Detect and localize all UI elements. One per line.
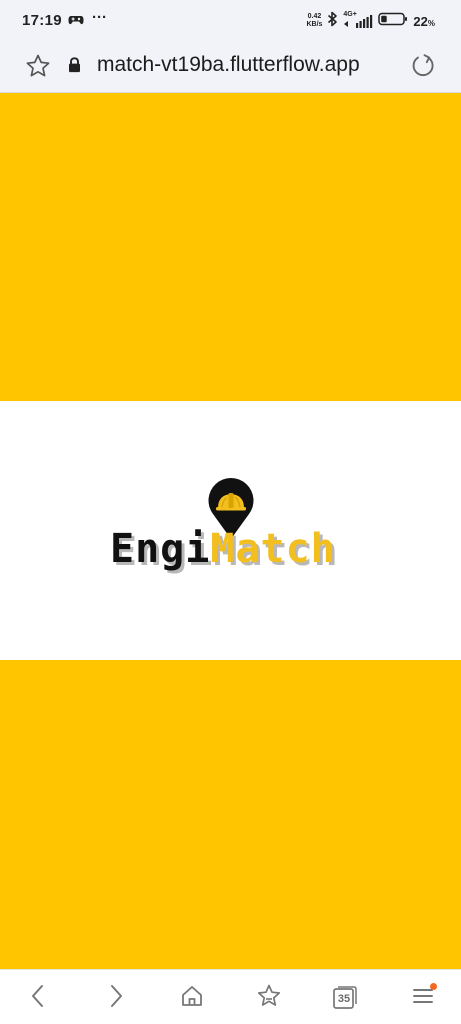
back-icon xyxy=(28,984,48,1013)
network-speed-value: 0.42 xyxy=(307,13,322,20)
address-bar: match-vt19ba.flutterflow.app xyxy=(0,42,461,93)
back-button[interactable] xyxy=(23,983,53,1013)
forward-icon xyxy=(106,984,126,1013)
bookmarks-icon xyxy=(256,983,282,1014)
status-bar: 17:19 ··· 0.42 KB/s 4G+ 22% xyxy=(0,0,461,42)
battery-percent-value: 22 xyxy=(413,13,428,29)
status-time: 17:19 xyxy=(22,12,62,29)
top-yellow-panel xyxy=(0,93,461,401)
logo-text-match: Match xyxy=(210,526,336,572)
logo-text-engi: Engi xyxy=(110,526,211,572)
browser-screen: 17:19 ··· 0.42 KB/s 4G+ 22% match-vt19ba… xyxy=(0,0,461,1024)
battery-icon xyxy=(378,12,408,31)
notification-dot xyxy=(430,983,437,990)
status-indicators: 0.42 KB/s 4G+ 22% xyxy=(306,10,435,32)
reload-icon[interactable] xyxy=(410,53,436,84)
home-button[interactable] xyxy=(177,983,207,1013)
network-speed-unit: KB/s xyxy=(306,21,323,28)
bookmark-star-icon[interactable] xyxy=(25,53,51,84)
lock-icon xyxy=(68,57,81,78)
bluetooth-icon xyxy=(327,11,338,32)
menu-button[interactable] xyxy=(408,983,438,1013)
tabs-button[interactable]: 35 xyxy=(330,983,360,1013)
battery-percent-unit: % xyxy=(427,18,435,28)
engimatch-logo-text: EngiMatch xyxy=(110,526,336,572)
browser-bottom-nav: 35 xyxy=(0,969,461,1024)
battery-percentage: 22% xyxy=(413,14,435,29)
signal-strength-icon: 4G+ xyxy=(343,11,373,30)
bottom-yellow-panel xyxy=(0,660,461,969)
home-icon xyxy=(180,984,204,1013)
network-speed: 0.42 KB/s xyxy=(306,13,322,29)
tabs-icon: 35 xyxy=(333,986,357,1010)
more-notifications-icon: ··· xyxy=(92,9,107,26)
game-controller-icon xyxy=(68,13,84,31)
forward-button[interactable] xyxy=(101,983,131,1013)
tab-count: 35 xyxy=(337,993,351,1005)
url-field[interactable]: match-vt19ba.flutterflow.app xyxy=(97,53,397,77)
bookmarks-button[interactable] xyxy=(254,983,284,1013)
